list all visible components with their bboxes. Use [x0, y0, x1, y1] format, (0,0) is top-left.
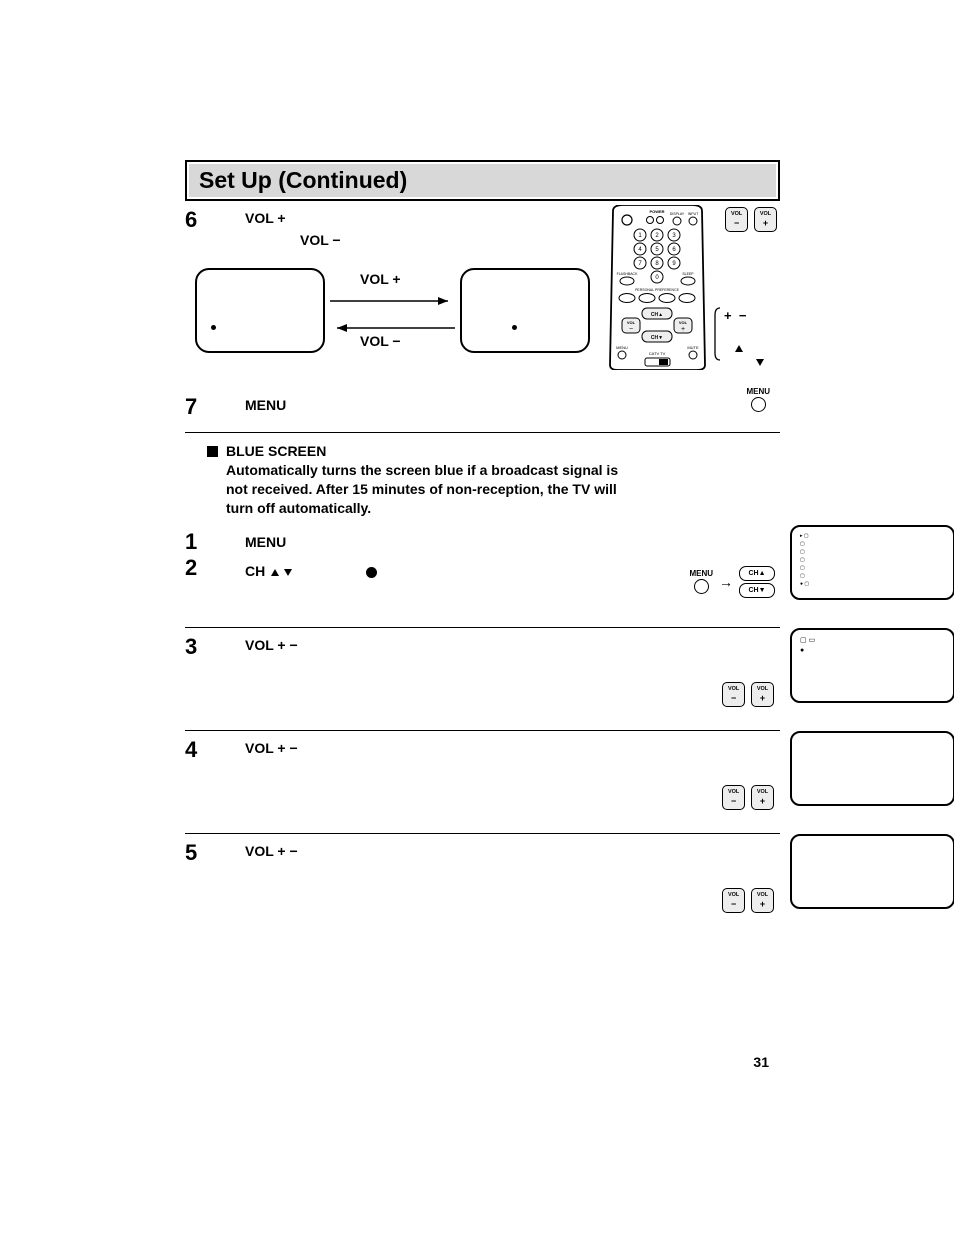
title-bar: Set Up (Continued)	[185, 160, 780, 201]
step-number: 4	[185, 737, 245, 761]
screen-left	[195, 268, 325, 353]
svg-text:PERSONAL PREFERENCE: PERSONAL PREFERENCE	[635, 288, 679, 292]
up-down-hint	[735, 340, 774, 358]
blue-screen-desc: Automatically turns the screen blue if a…	[226, 461, 780, 518]
menu-button[interactable]: MENU	[746, 388, 770, 412]
step-7: 7 MENU MENU	[185, 378, 780, 433]
vol-minus-button[interactable]: VOL−	[722, 682, 745, 707]
page-number: 31	[753, 1054, 769, 1070]
menu-label: MENU	[245, 397, 286, 413]
step-body: VOL + − VOL− VOL+	[245, 737, 780, 759]
triangle-up-icon	[271, 569, 279, 576]
svg-text:VOL: VOL	[679, 320, 688, 325]
step-body: VOL + − VOL− VOL+	[245, 840, 780, 862]
svg-text:CH▲: CH▲	[651, 312, 663, 318]
step-number: 6	[185, 207, 245, 231]
ch-down-button[interactable]: CH▼	[739, 583, 775, 598]
vol-plus-button[interactable]: VOL+	[751, 785, 774, 810]
vol-minus-button[interactable]: VOL−	[722, 785, 745, 810]
step-number: 3	[185, 634, 245, 658]
dot-icon	[366, 567, 377, 578]
menu-button[interactable]: MENU	[689, 570, 713, 594]
step-3: 3 VOL + − VOL− VOL+ ▢ ▭ ●	[185, 628, 780, 731]
svg-text:MUTE: MUTE	[687, 345, 699, 350]
menu-label: MENU	[245, 534, 286, 550]
vol-pm-label: VOL + −	[245, 740, 298, 756]
svg-text:+: +	[681, 326, 685, 333]
vol-minus-label: VOL −	[300, 232, 341, 248]
svg-text:MENU: MENU	[616, 345, 628, 350]
ch-up-button[interactable]: CH▲	[739, 566, 775, 581]
svg-text:VOL: VOL	[627, 320, 636, 325]
svg-text:INPUT: INPUT	[688, 212, 699, 216]
remote-control: POWER DISPLAY INPUT 1 2 3 4 5 6 7 8 9 0 …	[605, 205, 710, 370]
svg-text:−: −	[629, 326, 633, 333]
triangle-down-icon	[284, 569, 292, 576]
svg-text:CH▼: CH▼	[651, 335, 663, 341]
vol-plus-label: VOL +	[245, 210, 286, 226]
step-number: 5	[185, 840, 245, 864]
blue-screen-heading: BLUE SCREEN	[185, 443, 780, 459]
svg-text:CATV TV: CATV TV	[649, 351, 666, 356]
plus-minus-hint: + −	[724, 308, 746, 323]
step-number: 2	[185, 557, 245, 579]
step-body: VOL + − VOL− VOL+	[245, 634, 780, 656]
arrow-right-icon: →	[719, 571, 733, 593]
vol-plus-button[interactable]: VOL+	[751, 682, 774, 707]
screen-right	[460, 268, 590, 353]
step-number: 1	[185, 531, 245, 553]
ch-label: CH	[245, 563, 265, 579]
step-number: 7	[185, 394, 245, 418]
vol-plus-button[interactable]: VOL+	[751, 888, 774, 913]
power-label: POWER	[649, 209, 664, 214]
arrow-label-bottom: VOL −	[360, 330, 401, 352]
menu-screen-3: ▢ ▭ ●	[790, 628, 954, 703]
step-4: 4 VOL + − VOL− VOL+	[185, 731, 780, 834]
heading-text: BLUE SCREEN	[226, 443, 326, 459]
step-body: MENU CH MENU → CH▲ CH▼	[245, 531, 780, 582]
step-5: 5 VOL + − VOL− VOL+	[185, 834, 780, 936]
vol-plus-button[interactable]: VOL+	[754, 207, 777, 232]
vol-minus-button[interactable]: VOL−	[722, 888, 745, 913]
square-bullet-icon	[207, 446, 218, 457]
menu-screen-1: ▸ ▢▢▢▢▢▢ ● ▢	[790, 525, 954, 600]
step-1-2: 1 2 MENU CH MENU →	[185, 525, 780, 628]
vol-pm-label: VOL + −	[245, 843, 298, 859]
svg-text:FLASHBACK: FLASHBACK	[617, 272, 638, 276]
triangle-up-icon	[735, 345, 743, 352]
triangle-down-icon	[756, 359, 764, 366]
svg-text:DISPLAY: DISPLAY	[670, 212, 685, 216]
manual-page: Set Up (Continued) 6 VOL + VOL − VOL− VO…	[0, 0, 954, 1235]
step-body: MENU MENU	[245, 394, 780, 416]
page-title: Set Up (Continued)	[189, 164, 776, 197]
vol-pm-label: VOL + −	[245, 637, 298, 653]
svg-text:SLEEP: SLEEP	[682, 272, 694, 276]
vol-minus-button[interactable]: VOL−	[725, 207, 748, 232]
arrow-label-top: VOL +	[360, 268, 401, 290]
menu-screen-5	[790, 834, 954, 909]
menu-screen-4	[790, 731, 954, 806]
